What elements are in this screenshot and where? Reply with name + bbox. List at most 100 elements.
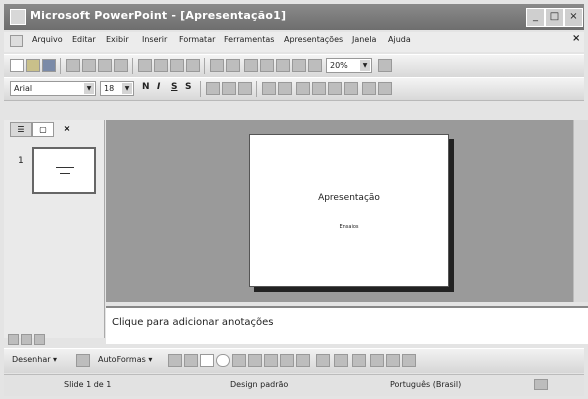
tables-borders-icon[interactable] [276, 59, 290, 72]
menu-apresentacoes[interactable]: Apresentações [284, 35, 343, 44]
numbering-icon[interactable] [262, 82, 276, 95]
select-objects-icon[interactable] [76, 354, 90, 367]
menu-formatar[interactable]: Formatar [179, 35, 215, 44]
menu-arquivo[interactable]: Arquivo [32, 35, 63, 44]
font-combo[interactable]: Arial ▼ [10, 81, 96, 96]
arrow-style-icon[interactable] [402, 354, 416, 367]
formatting-toolbar: Arial ▼ 18 ▼ N I S S [4, 77, 584, 101]
menu-ferramentas[interactable]: Ferramentas [224, 35, 274, 44]
align-right-icon[interactable] [238, 82, 252, 95]
research-icon[interactable] [114, 59, 128, 72]
paste-icon[interactable] [170, 59, 184, 72]
font-color-icon[interactable] [362, 82, 376, 95]
wordart-icon[interactable] [248, 354, 262, 367]
close-document-button[interactable]: × [572, 33, 580, 44]
save-icon[interactable] [42, 59, 56, 72]
menu-inserir[interactable]: Inserir [142, 35, 167, 44]
print-preview-icon[interactable] [82, 59, 96, 72]
close-button[interactable]: × [564, 8, 583, 27]
chevron-down-icon[interactable]: ▼ [84, 83, 94, 94]
menu-exibir[interactable]: Exibir [106, 35, 129, 44]
spelling-status-icon[interactable] [534, 379, 548, 390]
shadow-button[interactable]: S [185, 82, 191, 92]
insert-chart-icon[interactable] [244, 59, 258, 72]
powerpoint-window: Microsoft PowerPoint - [Apresentação1] _… [0, 0, 588, 399]
menu-janela[interactable]: Janela [352, 35, 376, 44]
zoom-combo[interactable]: 20% ▼ [326, 58, 372, 73]
align-center-icon[interactable] [222, 82, 236, 95]
slide-title[interactable]: Apresentação [250, 193, 448, 203]
thumb-title-line [56, 167, 74, 168]
vertical-scrollbar[interactable] [573, 120, 588, 302]
status-bar: Slide 1 de 1 Design padrão Português (Br… [4, 374, 584, 396]
normal-view-icon[interactable] [8, 334, 19, 345]
tab-slides[interactable]: ▢ [32, 122, 54, 137]
picture-icon[interactable] [296, 354, 310, 367]
italic-button[interactable]: I [157, 82, 160, 92]
line-color-icon[interactable] [334, 354, 348, 367]
clipart-icon[interactable] [280, 354, 294, 367]
dash-style-icon[interactable] [386, 354, 400, 367]
fill-color-icon[interactable] [316, 354, 330, 367]
slides-pane: ☰ ▢ × 1 [4, 120, 105, 338]
print-icon[interactable] [66, 59, 80, 72]
slide-thumbnail[interactable] [32, 147, 96, 194]
autoshapes-button[interactable]: AutoFormas ▾ [98, 355, 152, 364]
align-left-icon[interactable] [206, 82, 220, 95]
window-title: Microsoft PowerPoint - [Apresentação1] [30, 9, 287, 22]
minimize-button[interactable]: _ [526, 8, 545, 27]
help-icon[interactable] [378, 59, 392, 72]
status-slide-info: Slide 1 de 1 [64, 380, 112, 389]
maximize-button[interactable]: □ [545, 8, 564, 27]
chevron-down-icon[interactable]: ▼ [360, 60, 370, 71]
app-icon[interactable] [10, 9, 26, 25]
separator [60, 58, 61, 74]
decrease-font-icon[interactable] [312, 82, 326, 95]
cut-icon[interactable] [138, 59, 152, 72]
close-pane-button[interactable]: × [58, 122, 76, 137]
spelling-icon[interactable] [98, 59, 112, 72]
insert-table-icon[interactable] [260, 59, 274, 72]
new-icon[interactable] [10, 59, 24, 72]
textbox-icon[interactable] [232, 354, 246, 367]
title-bar: Microsoft PowerPoint - [Apresentação1] _… [4, 4, 584, 30]
diagram-icon[interactable] [264, 354, 278, 367]
notes-pane[interactable]: Clique para adicionar anotações [106, 306, 588, 344]
slide[interactable]: Apresentação Ensaios [249, 134, 449, 287]
line-style-icon[interactable] [370, 354, 384, 367]
undo-icon[interactable] [210, 59, 224, 72]
oval-icon[interactable] [216, 354, 230, 367]
increase-font-icon[interactable] [296, 82, 310, 95]
slide-number: 1 [18, 156, 24, 166]
show-formatting-icon[interactable] [292, 59, 306, 72]
font-size-combo[interactable]: 18 ▼ [100, 81, 134, 96]
chevron-down-icon[interactable]: ▼ [122, 83, 132, 94]
bold-button[interactable]: N [142, 82, 150, 92]
draw-menu-button[interactable]: Desenhar ▾ [12, 355, 57, 364]
redo-icon[interactable] [226, 59, 240, 72]
document-icon[interactable] [10, 35, 23, 47]
rectangle-icon[interactable] [200, 354, 214, 367]
slide-sorter-icon[interactable] [21, 334, 32, 345]
view-buttons [4, 334, 104, 346]
decrease-indent-icon[interactable] [328, 82, 342, 95]
copy-icon[interactable] [154, 59, 168, 72]
font-value: Arial [14, 84, 33, 93]
font-color-draw-icon[interactable] [352, 354, 366, 367]
slide-subtitle[interactable]: Ensaios [250, 224, 448, 230]
slideshow-icon[interactable] [34, 334, 45, 345]
tab-outline[interactable]: ☰ [10, 122, 32, 137]
menu-ajuda[interactable]: Ajuda [388, 35, 411, 44]
menu-editar[interactable]: Editar [72, 35, 96, 44]
arrow-icon[interactable] [184, 354, 198, 367]
format-painter-icon[interactable] [186, 59, 200, 72]
drawing-toolbar: Desenhar ▾ AutoFormas ▾ [4, 348, 584, 373]
underline-button[interactable]: S [171, 82, 177, 92]
line-icon[interactable] [168, 354, 182, 367]
status-design: Design padrão [230, 380, 289, 389]
more-buttons-icon[interactable] [378, 82, 392, 95]
bullets-icon[interactable] [278, 82, 292, 95]
increase-indent-icon[interactable] [344, 82, 358, 95]
open-icon[interactable] [26, 59, 40, 72]
grayscale-icon[interactable] [308, 59, 322, 72]
